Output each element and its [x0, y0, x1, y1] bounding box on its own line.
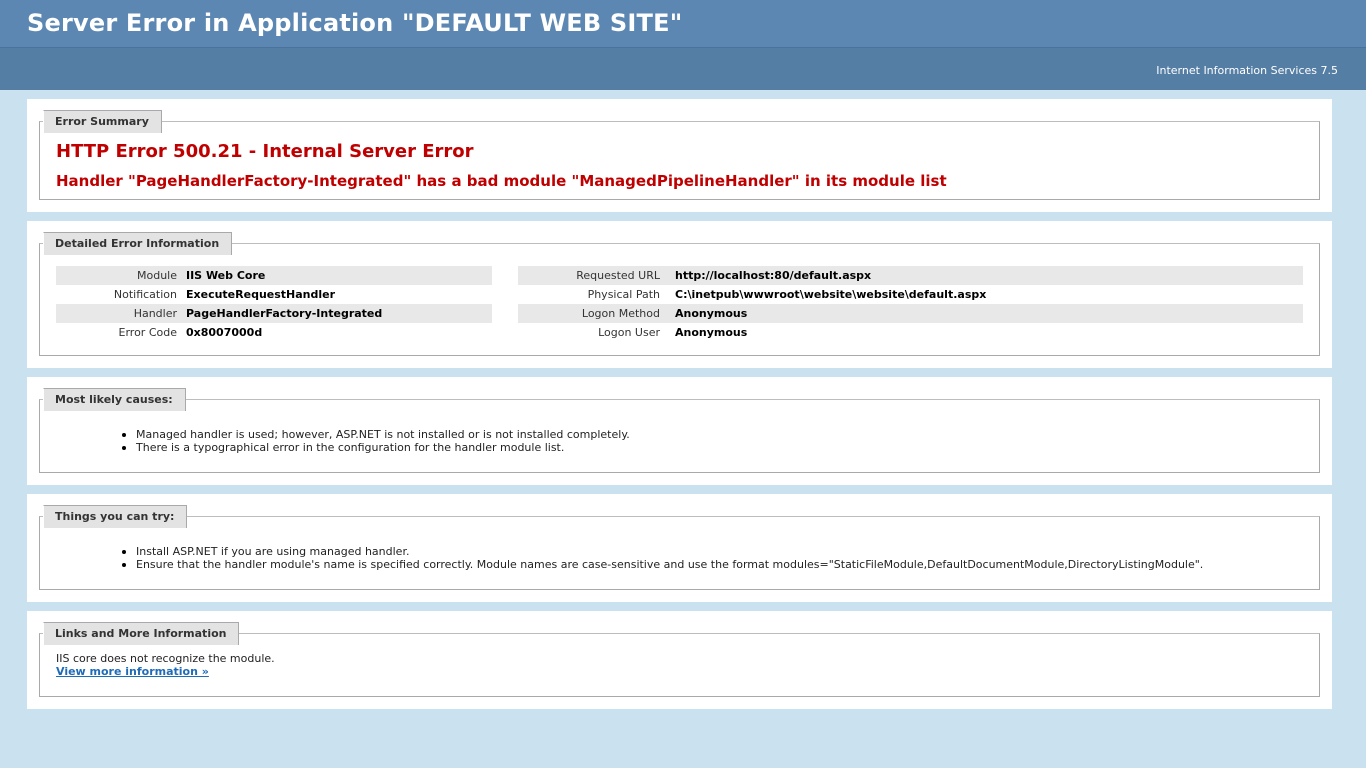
causes-panel: Most likely causes: Managed handler is u… [27, 377, 1332, 485]
causes-legend: Most likely causes: [43, 388, 186, 411]
detail-value: 0x8007000d [186, 326, 263, 339]
detail-row-logon-user: Logon User Anonymous [518, 323, 1303, 342]
view-more-information-link[interactable]: View more information » [56, 665, 209, 678]
detail-value: Anonymous [675, 326, 748, 339]
detail-value: IIS Web Core [186, 269, 266, 282]
tries-list: Install ASP.NET if you are using managed… [121, 545, 1204, 571]
detail-label: Notification [113, 288, 177, 301]
detail-label: Logon Method [581, 307, 660, 320]
detail-label: Logon User [598, 326, 660, 339]
links-description: IIS core does not recognize the module. [56, 652, 275, 665]
detail-row-physical-path: Physical Path C:\inetpub\wwwroot\website… [518, 285, 1303, 304]
links-panel: Links and More Information IIS core does… [27, 611, 1332, 709]
server-banner: Internet Information Services 7.5 [0, 48, 1366, 90]
detail-label: Module [137, 269, 177, 282]
tries-legend: Things you can try: [43, 505, 188, 528]
detail-table-right: Requested URL http://localhost:80/defaul… [518, 266, 1303, 342]
detail-value: Anonymous [675, 307, 748, 320]
detail-row-error-code: Error Code 0x8007000d [56, 323, 492, 342]
detail-label: Error Code [118, 326, 177, 339]
detail-row-handler: Handler PageHandlerFactory-Integrated [56, 304, 492, 323]
detail-table-left: Module IIS Web Core Notification Execute… [56, 266, 492, 342]
detailed-error-legend: Detailed Error Information [43, 232, 233, 255]
detail-label: Requested URL [576, 269, 660, 282]
detail-label: Physical Path [587, 288, 660, 301]
page-header: Server Error in Application "DEFAULT WEB… [0, 0, 1366, 48]
list-item: Ensure that the handler module's name is… [121, 558, 1204, 571]
list-item: Install ASP.NET if you are using managed… [121, 545, 1203, 558]
page-title: Server Error in Application "DEFAULT WEB… [27, 9, 683, 37]
error-summary-legend: Error Summary [43, 110, 162, 133]
error-title: HTTP Error 500.21 - Internal Server Erro… [56, 141, 474, 162]
server-name: Internet Information Services 7.5 [1156, 64, 1338, 77]
causes-list: Managed handler is used; however, ASP.NE… [122, 428, 630, 454]
list-item: There is a typographical error in the co… [122, 441, 630, 454]
list-item: Managed handler is used; however, ASP.NE… [122, 428, 630, 441]
detail-row-logon-method: Logon Method Anonymous [518, 304, 1303, 323]
detail-row-requested-url: Requested URL http://localhost:80/defaul… [518, 266, 1303, 285]
tries-panel: Things you can try: Install ASP.NET if y… [27, 494, 1332, 602]
error-message: Handler "PageHandlerFactory-Integrated" … [56, 172, 947, 190]
detail-value: http://localhost:80/default.aspx [675, 269, 872, 282]
error-summary-panel: Error Summary HTTP Error 500.21 - Intern… [27, 99, 1332, 212]
detail-value: PageHandlerFactory-Integrated [186, 307, 383, 320]
detail-label: Handler [133, 307, 177, 320]
detail-row-module: Module IIS Web Core [56, 266, 492, 285]
detailed-error-panel: Detailed Error Information Module IIS We… [27, 221, 1332, 368]
links-legend: Links and More Information [43, 622, 240, 645]
detail-value: ExecuteRequestHandler [186, 288, 336, 301]
detail-value: C:\inetpub\wwwroot\website\website\defau… [675, 288, 987, 301]
detail-row-notification: Notification ExecuteRequestHandler [56, 285, 492, 304]
